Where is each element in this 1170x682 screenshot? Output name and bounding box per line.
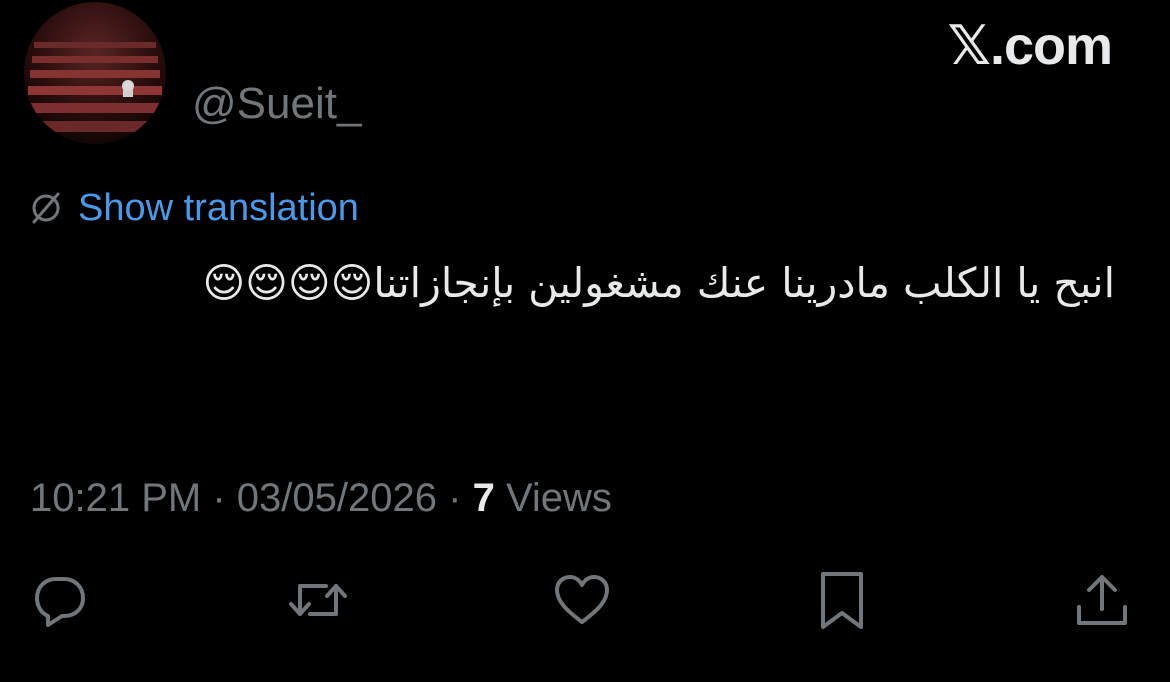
tweet-time[interactable]: 10:21 PM xyxy=(30,476,201,520)
views-label[interactable]: Views xyxy=(506,476,612,520)
reply-button[interactable] xyxy=(28,568,92,632)
tweet-meta: 10:21 PM · 03/05/2026 · 7 Views xyxy=(30,472,612,524)
brand-logo: 𝕏.com xyxy=(947,16,1113,76)
heart-icon xyxy=(551,569,613,631)
share-button[interactable] xyxy=(1070,568,1134,632)
user-handle[interactable]: @Sueit_ xyxy=(192,78,361,130)
retweet-icon xyxy=(286,568,350,632)
translation-row[interactable]: Show translation xyxy=(28,184,359,232)
meta-separator: · xyxy=(448,476,462,520)
views-count[interactable]: 7 xyxy=(473,476,495,520)
globe-icon xyxy=(28,190,64,226)
tweet-date[interactable]: 03/05/2026 xyxy=(237,476,437,520)
action-bar xyxy=(0,568,1170,632)
share-icon xyxy=(1071,569,1133,631)
bookmark-icon xyxy=(811,569,873,631)
meta-separator: · xyxy=(212,476,226,520)
show-translation-link[interactable]: Show translation xyxy=(78,184,359,232)
reply-icon xyxy=(29,569,91,631)
retweet-button[interactable] xyxy=(286,568,350,632)
bookmark-button[interactable] xyxy=(810,568,874,632)
avatar-image xyxy=(24,2,166,144)
tweet-text: انبح يا الكلب مادرينا عنك مشغولين بإنجاز… xyxy=(202,259,1115,307)
like-button[interactable] xyxy=(550,568,614,632)
avatar[interactable] xyxy=(24,2,166,144)
